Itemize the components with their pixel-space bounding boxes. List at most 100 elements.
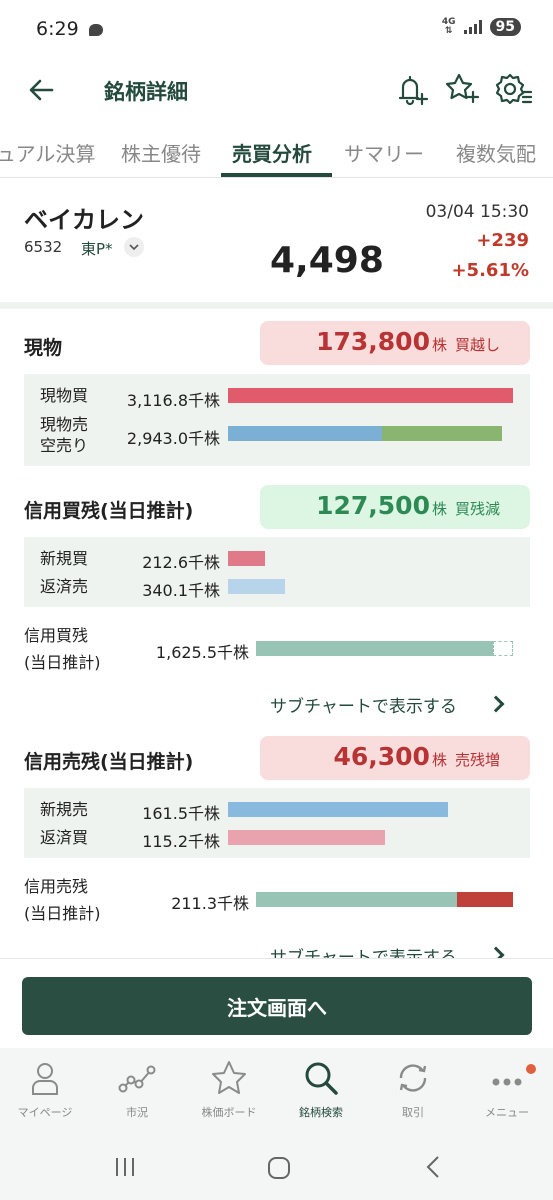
market-selector[interactable]: 東P* (81, 238, 113, 259)
tab-bar: ュアル決算 株主優待 売買分析 サマリー 複数気配 (0, 124, 553, 178)
add-favorite-button[interactable] (443, 70, 481, 108)
margin-buy-subchart-link[interactable]: サブチャートで表示する (270, 692, 457, 717)
margin-sell-balance-sublabel: (当日推計) (24, 904, 101, 923)
genbutsu-buy-bar (228, 388, 513, 403)
margin-buy-decrease-bar (493, 641, 513, 656)
nav-stock-search-label: 銘柄検索 (299, 1106, 343, 1119)
genbutsu-net-label: 買越し (454, 336, 500, 354)
nav-menu-label: メニュー (485, 1106, 529, 1119)
margin-sell-net-label: 売残増 (454, 751, 500, 769)
short-sell-label: 空売り (40, 436, 89, 455)
margin-sell-net-unit: 株 (431, 751, 447, 769)
bell-plus-icon (398, 75, 429, 106)
star-icon (212, 1061, 246, 1094)
display-settings-button[interactable] (493, 70, 533, 108)
signal-icon (463, 20, 482, 34)
nav-market[interactable]: 市況 (92, 1058, 182, 1120)
margin-buy-data-box: 新規買 212.6千株 返済売 340.1千株 (24, 537, 530, 607)
back-button[interactable] (24, 72, 60, 108)
margin-buy-balance-value: 1,625.5千株 (155, 643, 249, 662)
menu-notification-badge (526, 1064, 536, 1074)
margin-buy-balance-sublabel: (当日推計) (24, 653, 101, 672)
tab-shareholder-benefits[interactable]: 株主優待 (121, 138, 201, 167)
genbutsu-net-value: 173,800 (316, 327, 430, 356)
genbutsu-buy-value: 3,116.8千株 (126, 391, 220, 410)
margin-sell-balance-bar (256, 892, 457, 907)
stock-price: 4,498 (270, 240, 384, 281)
stock-name: ベイカレン (24, 206, 144, 234)
nav-trade-label: 取引 (402, 1106, 424, 1119)
more-dots-icon (492, 1078, 522, 1086)
repay-sell-bar (228, 579, 285, 594)
order-screen-button[interactable]: 注文画面へ (22, 977, 532, 1035)
app-header: 銘柄詳細 (0, 60, 553, 120)
repay-sell-value: 340.1千株 (142, 581, 220, 600)
nav-stock-board-label: 株価ボード (201, 1106, 257, 1119)
repay-buy-bar (228, 830, 385, 845)
tab-dual-earnings[interactable]: ュアル決算 (0, 138, 95, 167)
genbutsu-sell-value: 2,943.0千株 (126, 429, 220, 448)
refresh-cycle-icon (399, 1064, 427, 1092)
margin-sell-data-box: 新規売 161.5千株 返済買 115.2千株 (24, 788, 530, 858)
nav-stock-board[interactable]: 株価ボード (184, 1058, 274, 1120)
margin-buy-balance-bar (256, 641, 493, 656)
genbutsu-buy-label: 現物買 (40, 386, 89, 405)
margin-buy-net-unit: 株 (431, 500, 447, 518)
nav-market-label: 市況 (126, 1106, 148, 1119)
status-time: 6:29 (36, 18, 79, 40)
order-button-area: 注文画面へ (0, 958, 553, 1048)
quote-datetime: 03/04 15:30 (425, 202, 529, 222)
genbutsu-net-unit: 株 (431, 336, 447, 354)
person-icon (32, 1063, 58, 1095)
margin-sell-balance-value: 211.3千株 (171, 894, 249, 913)
nav-menu[interactable]: メニュー (462, 1058, 552, 1120)
add-alert-button[interactable] (393, 70, 431, 108)
margin-buy-net-badge: 127,500 株 買残減 (260, 485, 530, 529)
back-nav-icon[interactable] (422, 1154, 446, 1180)
tab-trading-analysis[interactable]: 売買分析 (232, 138, 312, 167)
new-buy-value: 212.6千株 (142, 553, 220, 572)
margin-sell-net-value: 46,300 (333, 742, 430, 771)
status-bar: 6:29 4G ⇅ 95 (0, 0, 553, 60)
genbutsu-net-badge: 173,800 株 買越し (260, 321, 530, 365)
home-icon[interactable] (265, 1154, 293, 1182)
new-buy-bar (228, 551, 265, 566)
status-indicators: 4G ⇅ 95 (442, 18, 521, 36)
genbutsu-sell-label: 現物売 (40, 415, 89, 434)
price-change: +239 (476, 230, 529, 251)
genbutsu-sell-bar (228, 426, 382, 441)
margin-buy-title: 信用買残(当日推計) (24, 500, 194, 522)
nav-mypage-label: マイページ (17, 1106, 73, 1119)
nav-mypage[interactable]: マイページ (0, 1058, 90, 1120)
repay-sell-label: 返済売 (40, 577, 89, 596)
margin-sell-net-badge: 46,300 株 売残増 (260, 736, 530, 780)
recent-apps-icon[interactable] (112, 1154, 138, 1180)
system-navigation-bar (0, 1138, 553, 1200)
margin-sell-increase-bar (457, 892, 513, 907)
margin-sell-title: 信用売残(当日推計) (24, 751, 194, 773)
new-sell-value: 161.5千株 (142, 804, 220, 823)
nav-trade[interactable]: 取引 (368, 1058, 458, 1120)
gear-list-icon (495, 73, 533, 105)
network-type-icon: 4G ⇅ (441, 17, 456, 36)
margin-buy-net-label: 買残減 (454, 500, 500, 518)
arrow-left-icon (29, 79, 54, 101)
market-dropdown-button[interactable] (124, 237, 144, 257)
repay-buy-label: 返済買 (40, 828, 89, 847)
new-buy-label: 新規買 (40, 549, 89, 568)
stock-header: ベイカレン 6532 東P* 4,498 03/04 15:30 +239 +5… (0, 180, 553, 309)
chat-notification-icon (89, 24, 103, 36)
line-chart-icon (118, 1065, 156, 1093)
tab-summary[interactable]: サマリー (344, 138, 424, 167)
nav-stock-search[interactable]: 銘柄検索 (276, 1058, 366, 1120)
chevron-down-icon (129, 244, 139, 251)
page-title: 銘柄詳細 (104, 80, 188, 104)
search-icon (305, 1062, 338, 1095)
chevron-right-icon[interactable] (487, 695, 505, 713)
margin-sell-balance-label: 信用売残 (24, 877, 89, 896)
new-sell-label: 新規売 (40, 800, 89, 819)
bottom-navigation: マイページ 市況 株価ボード 銘柄検索 取引 メニュー (0, 1048, 553, 1138)
tab-multi-quotes[interactable]: 複数気配 (456, 138, 536, 167)
genbutsu-data-box: 現物買 3,116.8千株 現物売 空売り 2,943.0千株 (24, 374, 530, 466)
short-sell-bar (382, 426, 502, 441)
